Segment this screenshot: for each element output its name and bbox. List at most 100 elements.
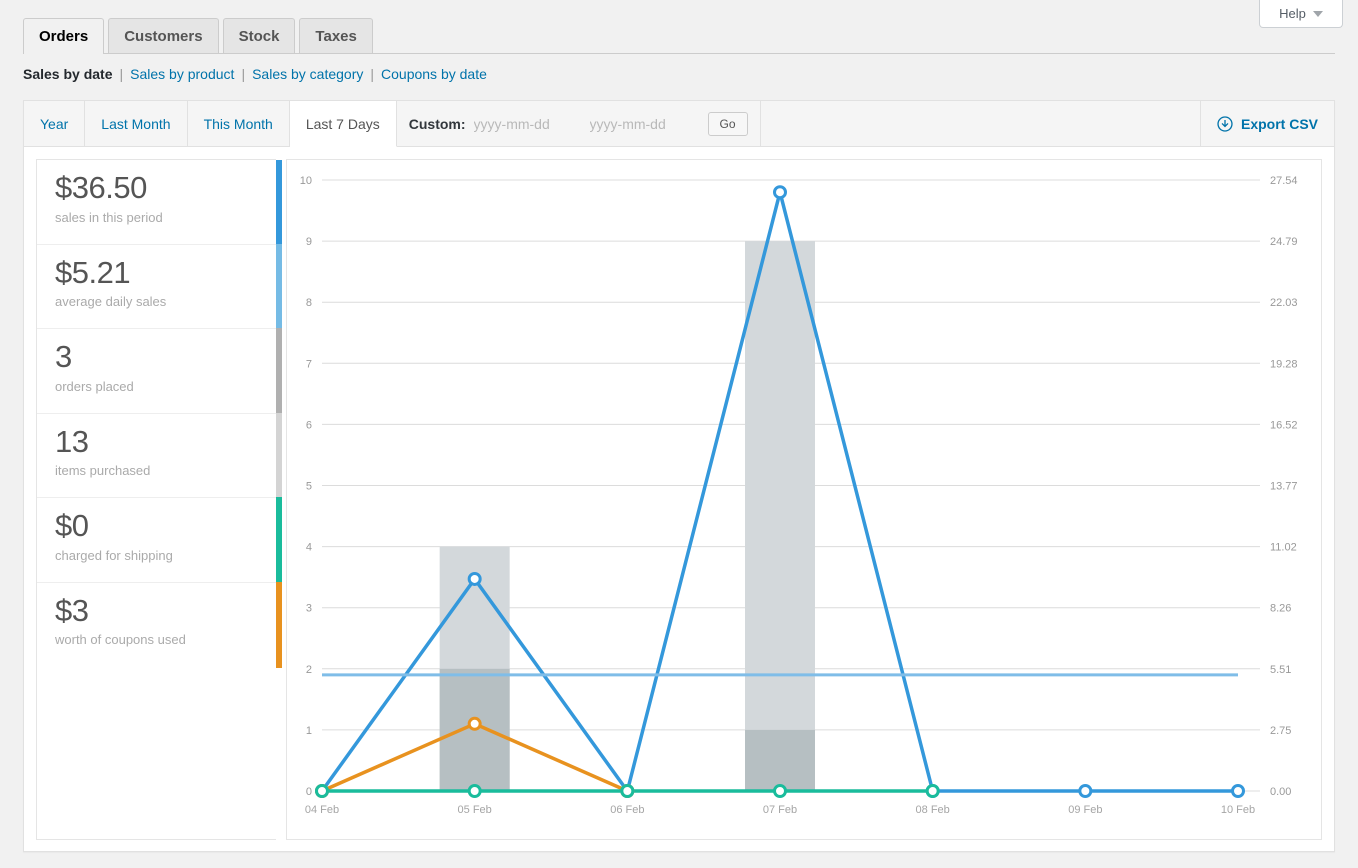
summary-stats: $36.50 sales in this period $5.21 averag… [36,159,276,840]
chart-point [317,786,328,797]
y-axis-right-tick: 2.75 [1270,725,1291,737]
subnav-item-coupons-by-date[interactable]: Coupons by date [381,66,487,82]
range-year[interactable]: Year [24,101,85,146]
stat-orders-placed-value: 3 [55,341,262,374]
report-body: $36.50 sales in this period $5.21 averag… [24,147,1334,852]
stat-sales-in-period-label: sales in this period [55,210,262,225]
chart-point [775,786,786,797]
y-axis-left-tick: 2 [306,664,312,676]
help-button-wrap: Help [1259,0,1343,28]
stat-average-daily-sales[interactable]: $5.21 average daily sales [37,245,276,330]
stat-orders-placed[interactable]: 3 orders placed [37,329,276,414]
date-range-toolbar: Year Last Month This Month Last 7 Days C… [24,101,1334,147]
stat-accent-bar [276,497,282,583]
range-last-7-days-label: Last 7 Days [306,116,380,132]
y-axis-right-tick: 24.79 [1270,236,1298,248]
download-circle-icon [1217,116,1233,132]
stat-items-purchased-label: items purchased [55,463,262,478]
stat-charged-for-shipping-value: $0 [55,510,262,543]
stat-items-purchased[interactable]: 13 items purchased [37,414,276,499]
tab-orders[interactable]: Orders [23,18,104,54]
chart-point [469,786,480,797]
stat-coupons-used-label: worth of coupons used [55,632,262,647]
report-tabs: Orders Customers Stock Taxes [23,18,377,54]
range-this-month[interactable]: This Month [188,101,290,146]
export-csv-button[interactable]: Export CSV [1200,101,1334,146]
range-this-month-label: This Month [204,116,273,132]
stat-accent-bar [276,413,282,499]
chart-point [469,718,480,729]
stat-accent-bar [276,328,282,414]
chart-point [469,573,480,584]
stat-charged-for-shipping-label: charged for shipping [55,548,262,563]
y-axis-left-tick: 7 [306,358,312,370]
tab-taxes[interactable]: Taxes [299,18,372,54]
y-axis-right-tick: 11.02 [1270,542,1297,554]
y-axis-right-tick: 13.77 [1270,481,1298,493]
stat-sales-in-period[interactable]: $36.50 sales in this period [37,160,276,245]
y-axis-left-tick: 5 [306,481,312,493]
chart-point [622,786,633,797]
y-axis-left-tick: 9 [306,236,312,248]
help-button[interactable]: Help [1259,0,1343,28]
y-axis-left-tick: 4 [306,542,312,554]
chart-bar [745,730,815,791]
subnav-separator-1: | [120,66,124,82]
stat-orders-placed-label: orders placed [55,379,262,394]
tab-stock-label: Stock [239,29,280,44]
x-axis-tick: 06 Feb [610,804,644,816]
stat-accent-bar [276,160,282,245]
x-axis-tick: 04 Feb [305,804,339,816]
y-axis-right-tick: 16.52 [1270,419,1298,431]
chart-bar [745,241,815,791]
go-button[interactable]: Go [708,112,748,136]
x-axis-tick: 09 Feb [1068,804,1102,816]
subnav-item-sales-by-date: Sales by date [23,66,113,82]
y-axis-right-tick: 19.28 [1270,358,1298,370]
stat-average-daily-sales-label: average daily sales [55,294,262,309]
chevron-down-icon [1313,11,1323,17]
y-axis-left-tick: 1 [306,725,312,737]
subnav-item-sales-by-product[interactable]: Sales by product [130,66,234,82]
stat-coupons-used-value: $3 [55,595,262,628]
tab-stock[interactable]: Stock [223,18,296,54]
stat-average-daily-sales-value: $5.21 [55,257,262,290]
tab-customers[interactable]: Customers [108,18,218,54]
chart-point [927,786,938,797]
custom-range-from-input[interactable] [474,114,582,134]
custom-range-to-input[interactable] [590,114,698,134]
y-axis-left-tick: 3 [306,603,312,615]
y-axis-right-tick: 5.51 [1270,664,1291,676]
subnav-item-sales-by-category[interactable]: Sales by category [252,66,363,82]
report-panel: Year Last Month This Month Last 7 Days C… [23,100,1335,852]
y-axis-right-tick: 22.03 [1270,297,1298,309]
stat-accent-bar [276,582,282,669]
tab-taxes-label: Taxes [315,29,356,44]
y-axis-left-tick: 8 [306,297,312,309]
y-axis-right-tick: 27.54 [1270,175,1298,187]
stat-sales-in-period-value: $36.50 [55,172,262,205]
stat-charged-for-shipping[interactable]: $0 charged for shipping [37,498,276,583]
y-axis-right-tick: 8.26 [1270,603,1291,615]
x-axis-tick: 10 Feb [1221,804,1255,816]
sales-chart[interactable]: 0 1 2 3 4 5 6 7 8 9 10 0.00 2.75 5.51 8.26 11.02 13.77 16… [286,159,1322,840]
y-axis-left-tick: 6 [306,419,312,431]
y-axis-left-tick: 10 [300,175,312,187]
x-axis-tick: 07 Feb [763,804,797,816]
y-axis-right-tick: 0.00 [1270,786,1291,798]
chart-point [1233,786,1244,797]
stat-coupons-used[interactable]: $3 worth of coupons used [37,583,276,668]
y-axis-left-tick: 0 [306,786,312,798]
range-last-7-days[interactable]: Last 7 Days [290,101,397,147]
sales-chart-svg: 0 1 2 3 4 5 6 7 8 9 10 0.00 2.75 5.51 8.26 11.02 13.77 16… [287,160,1322,839]
custom-range-group: Custom: Go [397,101,761,146]
help-button-label: Help [1279,6,1306,21]
range-last-month[interactable]: Last Month [85,101,187,146]
export-csv-label: Export CSV [1241,116,1318,132]
chart-point [775,187,786,198]
chart-point [1080,786,1091,797]
range-last-month-label: Last Month [101,116,170,132]
stat-items-purchased-value: 13 [55,426,262,459]
stat-accent-bar [276,244,282,330]
subnav-separator-3: | [370,66,374,82]
